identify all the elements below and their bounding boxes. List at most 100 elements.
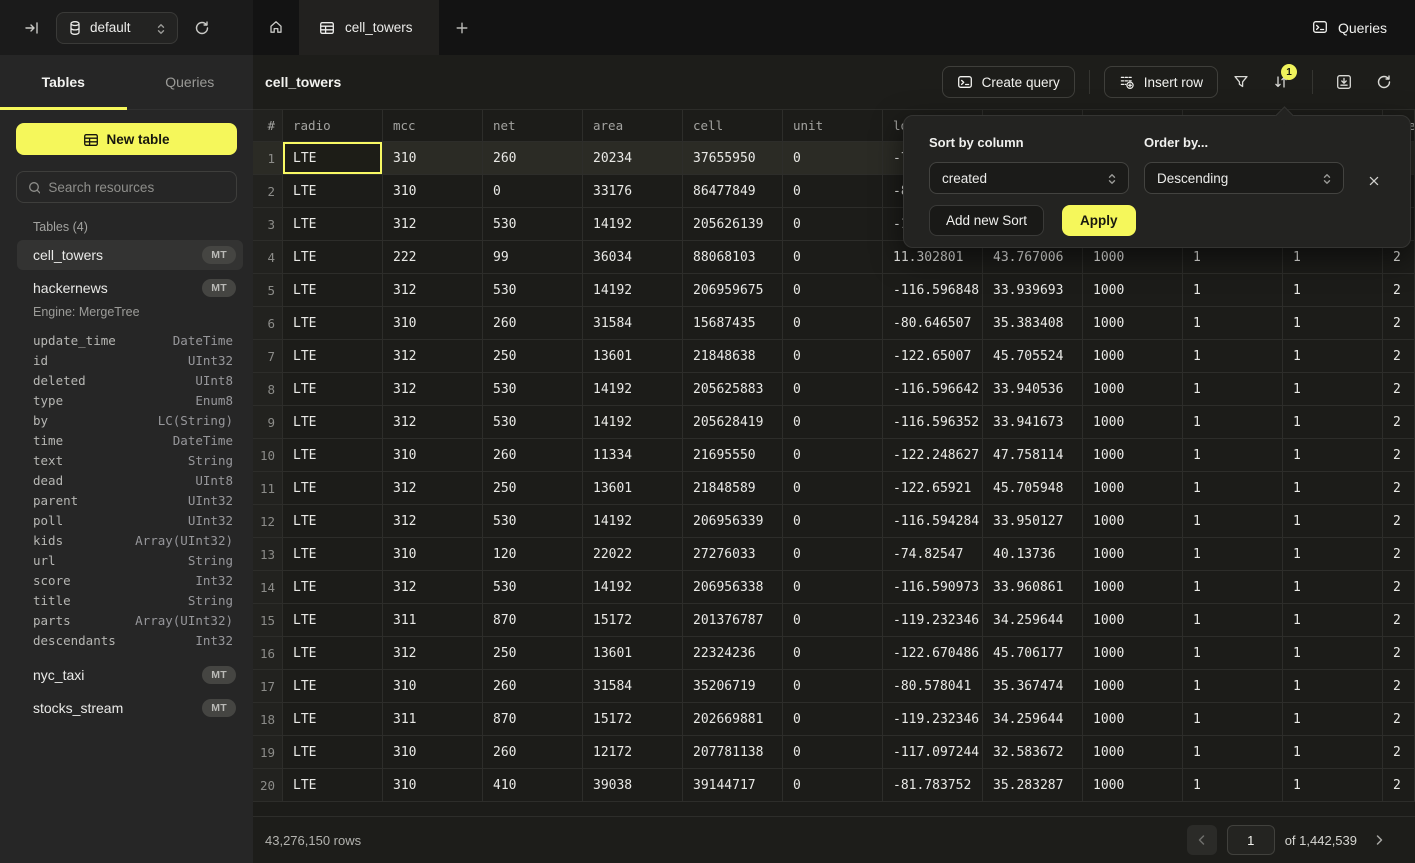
cell[interactable]: 312 [383, 637, 483, 669]
refresh-table-button[interactable] [1367, 66, 1401, 98]
cell[interactable]: 2 [1383, 769, 1415, 801]
row-number[interactable]: 7 [253, 340, 283, 372]
row-number[interactable]: 19 [253, 736, 283, 768]
cell[interactable]: LTE [283, 142, 383, 174]
cell[interactable]: -116.596352 [883, 406, 983, 438]
cell[interactable]: 0 [783, 604, 883, 636]
cell[interactable]: 1 [1183, 538, 1283, 570]
cell[interactable]: 205625883 [683, 373, 783, 405]
cell[interactable]: 1000 [1083, 703, 1183, 735]
cell[interactable]: 1 [1183, 406, 1283, 438]
cell[interactable]: LTE [283, 604, 383, 636]
cell[interactable]: -122.248627 [883, 439, 983, 471]
cell[interactable]: 0 [783, 142, 883, 174]
new-tab-button[interactable] [439, 0, 485, 55]
cell[interactable]: 205626139 [683, 208, 783, 240]
cell[interactable]: 530 [483, 208, 583, 240]
cell[interactable]: 206956339 [683, 505, 783, 537]
cell[interactable]: 21695550 [683, 439, 783, 471]
cell[interactable]: -116.596848 [883, 274, 983, 306]
cell[interactable]: 206956338 [683, 571, 783, 603]
cell[interactable]: 120 [483, 538, 583, 570]
cell[interactable]: 35.367474 [983, 670, 1083, 702]
cell[interactable]: -119.232346 [883, 604, 983, 636]
cell[interactable]: 250 [483, 637, 583, 669]
row-number[interactable]: 6 [253, 307, 283, 339]
cell[interactable]: 2 [1383, 637, 1415, 669]
cell[interactable]: 14192 [583, 406, 683, 438]
search-input[interactable] [48, 180, 226, 195]
filter-button[interactable] [1224, 66, 1258, 98]
cell[interactable]: 31584 [583, 307, 683, 339]
cell[interactable]: 35206719 [683, 670, 783, 702]
cell[interactable]: 13601 [583, 340, 683, 372]
cell[interactable]: 22324236 [683, 637, 783, 669]
cell[interactable]: 45.706177 [983, 637, 1083, 669]
cell[interactable]: LTE [283, 307, 383, 339]
row-number[interactable]: 2 [253, 175, 283, 207]
cell[interactable]: 1 [1283, 274, 1383, 306]
cell[interactable]: 14192 [583, 373, 683, 405]
cell[interactable]: 21848589 [683, 472, 783, 504]
row-number[interactable]: 10 [253, 439, 283, 471]
cell[interactable]: 310 [383, 769, 483, 801]
cell[interactable]: 99 [483, 241, 583, 273]
row-number[interactable]: 20 [253, 769, 283, 801]
cell[interactable]: 33.941673 [983, 406, 1083, 438]
cell[interactable]: -80.646507 [883, 307, 983, 339]
cell[interactable]: 1000 [1083, 274, 1183, 306]
cell[interactable]: LTE [283, 703, 383, 735]
cell[interactable]: 206959675 [683, 274, 783, 306]
cell[interactable]: 312 [383, 472, 483, 504]
cell[interactable]: 310 [383, 175, 483, 207]
cell[interactable]: 1 [1283, 769, 1383, 801]
column-header-cell[interactable]: cell [683, 110, 783, 141]
row-number[interactable]: 12 [253, 505, 283, 537]
cell[interactable]: 0 [783, 505, 883, 537]
cell[interactable]: 530 [483, 274, 583, 306]
cell[interactable]: 0 [783, 571, 883, 603]
cell[interactable]: 27276033 [683, 538, 783, 570]
cell[interactable]: 0 [783, 670, 883, 702]
cell[interactable]: -74.82547 [883, 538, 983, 570]
cell[interactable]: 310 [383, 670, 483, 702]
cell[interactable]: 311 [383, 703, 483, 735]
cell[interactable]: 202669881 [683, 703, 783, 735]
cell[interactable]: LTE [283, 505, 383, 537]
cell[interactable]: 1 [1183, 373, 1283, 405]
cell[interactable]: LTE [283, 736, 383, 768]
cell[interactable]: 2 [1383, 703, 1415, 735]
create-query-button[interactable]: Create query [942, 66, 1075, 98]
cell[interactable]: 530 [483, 373, 583, 405]
cell[interactable]: -117.097244 [883, 736, 983, 768]
cell[interactable]: 1 [1283, 637, 1383, 669]
cell[interactable]: 2 [1383, 670, 1415, 702]
cell[interactable]: 530 [483, 505, 583, 537]
cell[interactable]: LTE [283, 406, 383, 438]
cell[interactable]: -122.65921 [883, 472, 983, 504]
cell[interactable]: 32.583672 [983, 736, 1083, 768]
cell[interactable]: 14192 [583, 274, 683, 306]
cell[interactable]: 1 [1283, 307, 1383, 339]
cell[interactable]: 1 [1283, 406, 1383, 438]
cell[interactable]: 88068103 [683, 241, 783, 273]
cell[interactable]: 0 [783, 208, 883, 240]
cell[interactable]: 0 [783, 736, 883, 768]
cell[interactable]: 250 [483, 340, 583, 372]
export-button[interactable] [1327, 66, 1361, 98]
cell[interactable]: 37655950 [683, 142, 783, 174]
cell[interactable]: 0 [783, 703, 883, 735]
cell[interactable]: LTE [283, 472, 383, 504]
column-header-radio[interactable]: radio [283, 110, 383, 141]
cell[interactable]: 2 [1383, 505, 1415, 537]
cell[interactable]: LTE [283, 571, 383, 603]
cell[interactable]: 312 [383, 340, 483, 372]
cell[interactable]: 1000 [1083, 505, 1183, 537]
sidebar-item-stocks-stream[interactable]: stocks_stream MT [17, 693, 243, 723]
add-new-sort-button[interactable]: Add new Sort [929, 205, 1044, 236]
cell[interactable]: 15687435 [683, 307, 783, 339]
remove-sort-button[interactable] [1362, 169, 1384, 191]
cell[interactable]: 1 [1183, 472, 1283, 504]
sidebar-item-nyc-taxi[interactable]: nyc_taxi MT [17, 660, 243, 690]
cell[interactable]: 310 [383, 439, 483, 471]
